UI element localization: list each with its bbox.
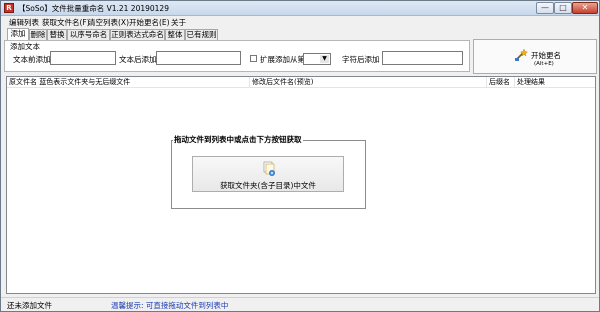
app-window: R 【SoSo】文件批量重命名 V1.21 20190129 — □ ✕ 编辑列… bbox=[0, 0, 600, 312]
close-button[interactable]: ✕ bbox=[572, 2, 598, 14]
window-title: 【SoSo】文件批量重命名 V1.21 20190129 bbox=[18, 4, 169, 13]
tab-existing-rules[interactable]: 已有规则 bbox=[185, 29, 218, 40]
start-rename-label: 开始更名 bbox=[531, 51, 561, 60]
minimize-button[interactable]: — bbox=[536, 2, 554, 14]
menu-edit-list[interactable]: 编辑列表 bbox=[9, 17, 39, 28]
tab-sequence-naming[interactable]: 以序号命名 bbox=[67, 29, 110, 40]
menu-clear-list[interactable]: 清空列表(X) bbox=[88, 17, 129, 28]
status-tip: 温馨提示: 可直接拖动文件到列表中 bbox=[111, 301, 229, 310]
tab-delete[interactable]: 删除 bbox=[29, 29, 47, 40]
menu-get-filenames[interactable]: 获取文件名(F) bbox=[42, 17, 90, 28]
menu-about[interactable]: 关于 bbox=[171, 17, 186, 28]
tab-regex-naming[interactable]: 正则表达式命名 bbox=[110, 29, 165, 40]
column-extension[interactable]: 后缀名 bbox=[487, 77, 515, 88]
status-bar: 还未添加文件 温馨提示: 可直接拖动文件到列表中 bbox=[1, 297, 599, 311]
char-after-label: 字符后添加 bbox=[342, 55, 380, 64]
folder-files-icon bbox=[263, 161, 275, 176]
extension-add-label: 扩展添加从第 bbox=[260, 55, 305, 64]
status-file-count: 还未添加文件 bbox=[7, 301, 52, 310]
chevron-down-icon: ▼ bbox=[320, 55, 329, 63]
suffix-input[interactable] bbox=[156, 51, 241, 65]
prefix-label: 文本前添加 bbox=[13, 55, 51, 64]
suffix-label: 文本后添加 bbox=[119, 55, 157, 64]
tab-add[interactable]: 添加 bbox=[7, 28, 29, 40]
get-folder-files-label: 获取文件夹(含子目录)中文件 bbox=[220, 181, 316, 190]
menu-start-rename[interactable]: 开始更名(E) bbox=[129, 17, 170, 28]
char-position-select[interactable]: ▼ bbox=[303, 53, 331, 65]
tab-replace[interactable]: 替换 bbox=[47, 29, 67, 40]
start-rename-shortcut: (Alt+E) bbox=[534, 61, 554, 67]
app-logo-icon: R bbox=[4, 3, 14, 13]
menu-bar: 编辑列表 获取文件名(F) 清空列表(X) 开始更名(E) 关于 bbox=[1, 16, 599, 28]
drop-hint-title: 拖动文件到列表中或点击下方按钮获取 bbox=[173, 134, 303, 145]
column-new-name[interactable]: 修改后文件名(预览) bbox=[250, 77, 487, 88]
tab-overall[interactable]: 整体 bbox=[165, 29, 185, 40]
maximize-button[interactable]: □ bbox=[554, 2, 572, 14]
prefix-input[interactable] bbox=[50, 51, 116, 65]
rename-wand-icon bbox=[515, 48, 528, 61]
char-after-input[interactable] bbox=[382, 51, 463, 65]
title-bar[interactable]: R 【SoSo】文件批量重命名 V1.21 20190129 — □ ✕ bbox=[1, 1, 599, 16]
column-original-name[interactable]: 原文件名 蓝色表示文件夹与无后缀文件 bbox=[7, 77, 250, 88]
extension-add-checkbox[interactable] bbox=[250, 55, 257, 62]
file-list-header: 原文件名 蓝色表示文件夹与无后缀文件 修改后文件名(预览) 后缀名 处理结果 bbox=[7, 77, 595, 88]
column-result[interactable]: 处理结果 bbox=[515, 77, 595, 88]
get-folder-files-button[interactable]: 获取文件夹(含子目录)中文件 bbox=[192, 156, 344, 192]
start-rename-button[interactable]: 开始更名 (Alt+E) bbox=[473, 39, 597, 74]
add-text-group-label: 添加文本 bbox=[10, 42, 40, 51]
